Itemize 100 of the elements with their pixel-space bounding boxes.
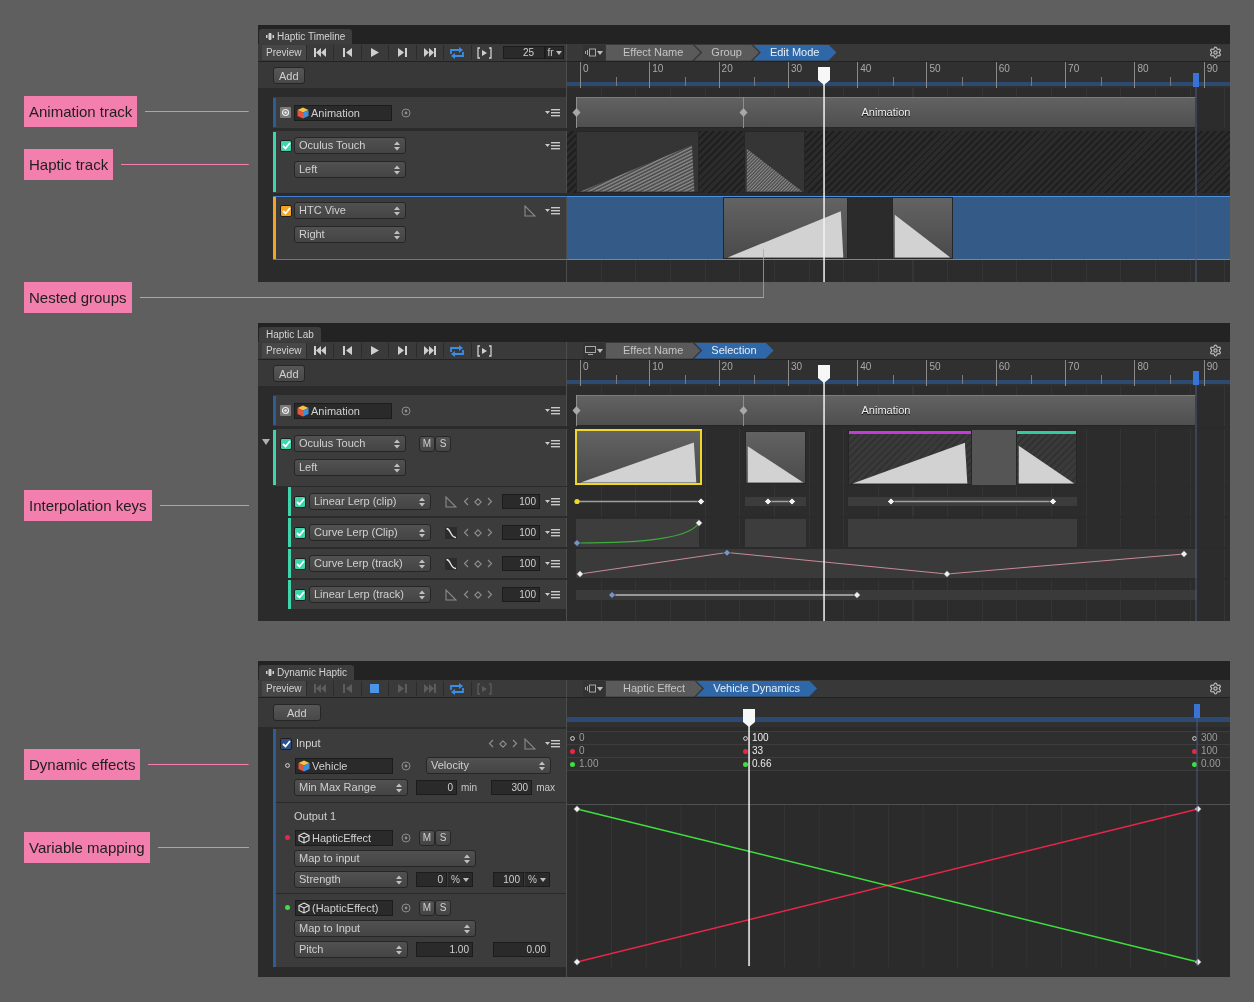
end-marker[interactable]	[1193, 371, 1199, 621]
checkbox[interactable]	[294, 588, 306, 601]
preview-button[interactable]: Preview	[262, 45, 306, 60]
linear-ramp-icon[interactable]	[445, 495, 457, 508]
haptic-clip[interactable]	[576, 131, 699, 193]
settings-icon[interactable]	[1209, 46, 1222, 59]
menu-icon[interactable]	[545, 559, 560, 568]
toggle-button[interactable]: S	[435, 899, 451, 916]
toggle-button[interactable]: M	[419, 435, 435, 452]
number-field[interactable]: 100	[502, 556, 540, 571]
expand-triangle-icon[interactable]	[262, 439, 270, 445]
toggle-button[interactable]: M	[419, 899, 435, 916]
menu-icon[interactable]	[545, 497, 560, 506]
number-field[interactable]: 1.00	[416, 942, 473, 957]
diamond-icon[interactable]	[474, 528, 482, 537]
record-toggle-icon[interactable]	[280, 107, 291, 118]
panel-tab[interactable]: Haptic Timeline	[259, 29, 353, 44]
select-dropdown[interactable]: Oculus Touch	[294, 137, 406, 154]
end-marker[interactable]	[1193, 73, 1199, 282]
haptic-clip[interactable]	[745, 431, 806, 484]
select-dropdown[interactable]: Left	[294, 459, 406, 476]
checkbox[interactable]	[294, 557, 306, 570]
chevron-right-icon[interactable]	[487, 497, 493, 506]
target-icon[interactable]	[401, 405, 411, 416]
linear-ramp-icon[interactable]	[445, 588, 457, 601]
linear-ramp-icon[interactable]	[524, 737, 536, 750]
select-dropdown[interactable]: Right	[294, 226, 406, 243]
breadcrumb-item[interactable]: Selection	[694, 342, 774, 359]
unit-dropdown[interactable]: %	[447, 872, 473, 887]
select-dropdown[interactable]: Pitch	[294, 941, 408, 958]
haptic-clip[interactable]	[892, 197, 953, 259]
number-field[interactable]: 100	[502, 494, 540, 509]
object-field[interactable]: Animation	[294, 402, 392, 419]
haptic-clip[interactable]	[744, 131, 805, 193]
target-icon[interactable]	[401, 832, 411, 843]
breadcrumb-item[interactable]: Effect Name	[606, 342, 701, 359]
number-field[interactable]: 100	[502, 587, 540, 602]
diamond-icon[interactable]	[499, 739, 507, 748]
diamond-icon[interactable]	[474, 497, 482, 506]
chevron-right-icon[interactable]	[487, 559, 493, 568]
target-icon[interactable]	[401, 107, 411, 118]
menu-icon[interactable]	[545, 528, 560, 537]
breadcrumb-item[interactable]: Group	[694, 44, 759, 61]
playhead[interactable]	[817, 67, 831, 282]
diamond-icon[interactable]	[474, 590, 482, 599]
panel-tab[interactable]: Dynamic Haptic	[259, 665, 355, 680]
object-field[interactable]: HapticEffect	[295, 829, 393, 846]
number-field[interactable]: 300	[491, 780, 533, 795]
select-dropdown[interactable]: Min Max Range	[294, 779, 408, 796]
checkbox[interactable]	[294, 495, 306, 508]
number-field[interactable]: 0	[416, 780, 457, 795]
checkbox[interactable]	[294, 526, 306, 539]
menu-icon[interactable]	[545, 590, 560, 599]
menu-icon[interactable]	[545, 739, 560, 748]
target-icon[interactable]	[401, 902, 411, 913]
settings-icon[interactable]	[1209, 344, 1222, 357]
select-dropdown[interactable]: Map to input	[294, 850, 476, 867]
select-dropdown[interactable]: HTC Vive	[294, 202, 406, 219]
chevron-left-icon[interactable]	[463, 528, 469, 537]
record-toggle-icon[interactable]	[280, 405, 291, 416]
chevron-right-icon[interactable]	[512, 739, 518, 748]
checkbox[interactable]	[280, 437, 292, 450]
unit-dropdown[interactable]: fr	[545, 46, 565, 59]
preview-button[interactable]: Preview	[262, 681, 306, 696]
preview-button[interactable]: Preview	[262, 343, 306, 358]
select-dropdown[interactable]: Strength	[294, 871, 408, 888]
object-field[interactable]: (HapticEffect)	[295, 899, 393, 916]
checkbox[interactable]	[280, 204, 292, 217]
number-field[interactable]: 0	[416, 872, 447, 887]
breadcrumb-item[interactable]: Haptic Effect	[606, 680, 703, 697]
add-button[interactable]: Add	[273, 364, 305, 382]
number-field[interactable]: 100	[493, 872, 524, 887]
diamond-icon[interactable]	[474, 559, 482, 568]
chevron-left-icon[interactable]	[463, 497, 469, 506]
toggle-button[interactable]: M	[419, 829, 435, 846]
breadcrumb-item[interactable]: Vehicle Dynamics	[696, 680, 817, 697]
haptic-clip[interactable]	[1016, 430, 1077, 485]
chevron-left-icon[interactable]	[463, 559, 469, 568]
frame-field[interactable]: 25	[503, 46, 546, 59]
unit-dropdown[interactable]: %	[524, 872, 550, 887]
checkbox[interactable]	[280, 139, 292, 152]
chevron-right-icon[interactable]	[487, 590, 493, 599]
select-dropdown[interactable]: Linear Lerp (clip)	[309, 493, 431, 510]
view-menu-button[interactable]	[583, 44, 605, 61]
ease-curve-icon[interactable]	[445, 526, 457, 539]
select-dropdown[interactable]: Linear Lerp (track)	[309, 586, 431, 603]
select-dropdown[interactable]: Velocity	[426, 757, 551, 774]
menu-icon[interactable]	[545, 439, 560, 448]
number-field[interactable]: 100	[502, 525, 540, 540]
chevron-left-icon[interactable]	[488, 739, 494, 748]
ease-curve-icon[interactable]	[445, 557, 457, 570]
chevron-left-icon[interactable]	[463, 590, 469, 599]
select-dropdown[interactable]: Map to Input	[294, 920, 476, 937]
linear-ramp-icon[interactable]	[524, 204, 536, 217]
target-icon[interactable]	[401, 760, 411, 771]
select-dropdown[interactable]: Left	[294, 161, 406, 178]
toggle-button[interactable]: S	[435, 829, 451, 846]
haptic-clip[interactable]	[723, 197, 848, 259]
select-dropdown[interactable]: Oculus Touch	[294, 435, 406, 452]
chevron-right-icon[interactable]	[487, 528, 493, 537]
